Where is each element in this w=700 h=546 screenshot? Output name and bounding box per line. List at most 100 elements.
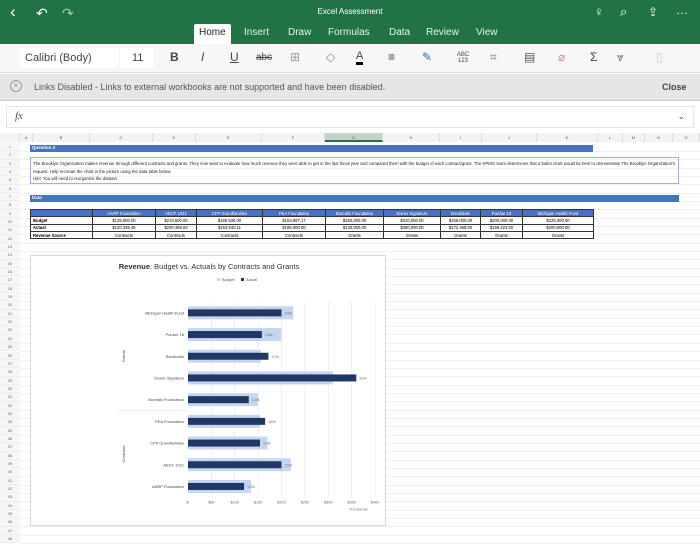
underline-button[interactable]: U — [230, 50, 239, 64]
row-header[interactable]: 39 — [0, 459, 20, 469]
table-cell[interactable]: $153,540.11 — [196, 223, 263, 232]
table-cell[interactable]: Contracts — [262, 230, 326, 240]
row-header[interactable]: 26 — [0, 351, 20, 360]
column-heading[interactable]: Eisner Signature — [383, 208, 441, 218]
table-cell[interactable]: Contracts — [196, 230, 263, 240]
row-header[interactable]: 37 — [0, 443, 20, 452]
table-cell[interactable]: $200,488.63 — [155, 223, 197, 232]
column-header[interactable]: F — [262, 133, 325, 142]
row-header[interactable]: 8 — [0, 201, 20, 210]
column-heading[interactable]: Purdue 18 — [480, 208, 523, 218]
column-heading[interactable]: Michigan Health Fund — [522, 208, 594, 218]
bullet-chart[interactable]: Revenue: Budget vs. Actuals by Contracts… — [30, 255, 386, 526]
column-header[interactable]: B — [33, 133, 90, 142]
formula-bar[interactable]: fx ⌄ — [6, 106, 694, 128]
sort-filter-icon[interactable]: ⩔ — [617, 50, 624, 65]
row-header[interactable]: 19 — [0, 293, 20, 302]
column-header[interactable]: N — [645, 133, 673, 142]
row-header[interactable]: 27 — [0, 359, 20, 369]
row-header[interactable]: 20 — [0, 301, 20, 310]
table-cell[interactable]: $172,468.00 — [440, 223, 481, 232]
strikethrough-button[interactable]: abc — [256, 52, 272, 63]
column-header[interactable]: O — [673, 133, 700, 142]
row-label[interactable]: Actual — [30, 223, 93, 232]
table-cell[interactable]: $135,000.00 — [92, 216, 156, 225]
row-header[interactable]: 40 — [0, 468, 20, 477]
autosum-button[interactable]: Σ — [590, 50, 597, 64]
table-cell[interactable]: Grants — [440, 230, 481, 240]
row-header[interactable]: 29 — [0, 376, 20, 385]
number-format-button[interactable]: ABC 123 — [456, 52, 470, 64]
row-header[interactable]: 17 — [0, 276, 20, 285]
row-header[interactable]: 22 — [0, 318, 20, 327]
row-header[interactable]: 6 — [0, 184, 20, 194]
table-cell[interactable]: $156,000.00 — [440, 216, 481, 225]
tab-draw[interactable]: Draw — [283, 24, 316, 44]
row-header[interactable]: 9 — [0, 209, 20, 219]
row-header[interactable]: 45 — [0, 509, 20, 519]
table-cell[interactable]: Contracts — [92, 230, 156, 240]
bold-button[interactable]: B — [170, 50, 179, 64]
close-banner-button[interactable]: Close — [662, 82, 687, 92]
more-icon[interactable]: … — [676, 3, 688, 17]
column-header[interactable]: M — [623, 133, 645, 142]
column-header[interactable]: I — [440, 133, 482, 142]
row-header[interactable]: 3 — [0, 159, 20, 168]
align-icon[interactable]: ≡ — [388, 50, 395, 64]
tab-formulas[interactable]: Formulas — [323, 24, 375, 44]
row-header[interactable]: 44 — [0, 501, 20, 510]
row-header[interactable]: 5 — [0, 176, 20, 185]
share-icon[interactable]: ⇪ — [648, 5, 658, 19]
table-cell[interactable]: Grants — [325, 230, 384, 240]
row-header[interactable]: 11 — [0, 226, 20, 235]
row-header[interactable]: 31 — [0, 393, 20, 402]
table-cell[interactable]: $225,000.00 — [522, 216, 594, 225]
column-heading[interactable]: Brookdale — [440, 208, 481, 218]
row-header[interactable]: 38 — [0, 451, 20, 460]
tab-insert[interactable]: Insert — [239, 24, 274, 44]
format-icon[interactable]: ✎ — [422, 50, 432, 64]
lightbulb-icon[interactable]: ♀ — [594, 4, 604, 19]
table-cell[interactable]: $158,423.00 — [480, 223, 523, 232]
row-header[interactable]: 25 — [0, 343, 20, 352]
row-label[interactable]: Revenue Source — [30, 230, 93, 240]
chevron-down-icon[interactable]: ⌄ — [677, 111, 685, 122]
tab-view[interactable]: View — [471, 24, 503, 44]
row-header[interactable]: 10 — [0, 218, 20, 227]
column-header[interactable]: D — [153, 133, 196, 142]
column-header[interactable]: J — [482, 133, 537, 142]
table-cell[interactable]: $200,000.00 — [480, 216, 523, 225]
table-cell[interactable]: $310,000.00 — [383, 216, 441, 225]
column-header[interactable]: C — [90, 133, 153, 142]
row-header[interactable]: 35 — [0, 426, 20, 435]
table-cell[interactable]: Grants — [522, 230, 594, 240]
table-cell[interactable]: $165,000.00 — [262, 223, 326, 232]
row-header[interactable]: 23 — [0, 326, 20, 335]
borders-icon[interactable]: ⊞ — [290, 50, 300, 64]
fill-color-icon[interactable]: ◇ — [326, 50, 335, 64]
row-header[interactable]: 28 — [0, 368, 20, 377]
tab-review[interactable]: Review — [421, 24, 464, 44]
column-heading[interactable]: AECF 1021 — [155, 208, 197, 218]
row-header[interactable]: 32 — [0, 401, 20, 410]
table-cell[interactable]: $150,000.00 — [325, 216, 384, 225]
row-header[interactable]: 4 — [0, 168, 20, 177]
table-cell[interactable]: Grants — [480, 230, 523, 240]
row-header[interactable]: 33 — [0, 409, 20, 419]
column-header[interactable]: H — [383, 133, 440, 142]
column-header[interactable]: G — [325, 133, 383, 142]
eraser-icon[interactable]: ⌀ — [558, 50, 565, 64]
row-header[interactable]: 14 — [0, 251, 20, 260]
table-cell[interactable]: $120,336.45 — [92, 223, 156, 232]
worksheet-grid[interactable]: ABCDEFGHIJKLMNO 1 2 3 4 5 6 7 8 9 10 11 12 13 14 15 16 1… — [0, 133, 700, 546]
table-cell[interactable]: $200,000.00 — [522, 223, 594, 232]
column-header[interactable]: K — [537, 133, 598, 142]
row-header[interactable]: 43 — [0, 493, 20, 502]
row-header[interactable]: 47 — [0, 526, 20, 535]
row-header[interactable]: 7 — [0, 193, 20, 202]
table-cell[interactable]: Grants — [383, 230, 441, 240]
table-cell[interactable]: $360,000.00 — [383, 223, 441, 232]
table-cell[interactable]: $219,500.00 — [155, 216, 197, 225]
row-header[interactable]: 13 — [0, 243, 20, 252]
column-heading[interactable]: AARP Foundation — [92, 208, 156, 218]
